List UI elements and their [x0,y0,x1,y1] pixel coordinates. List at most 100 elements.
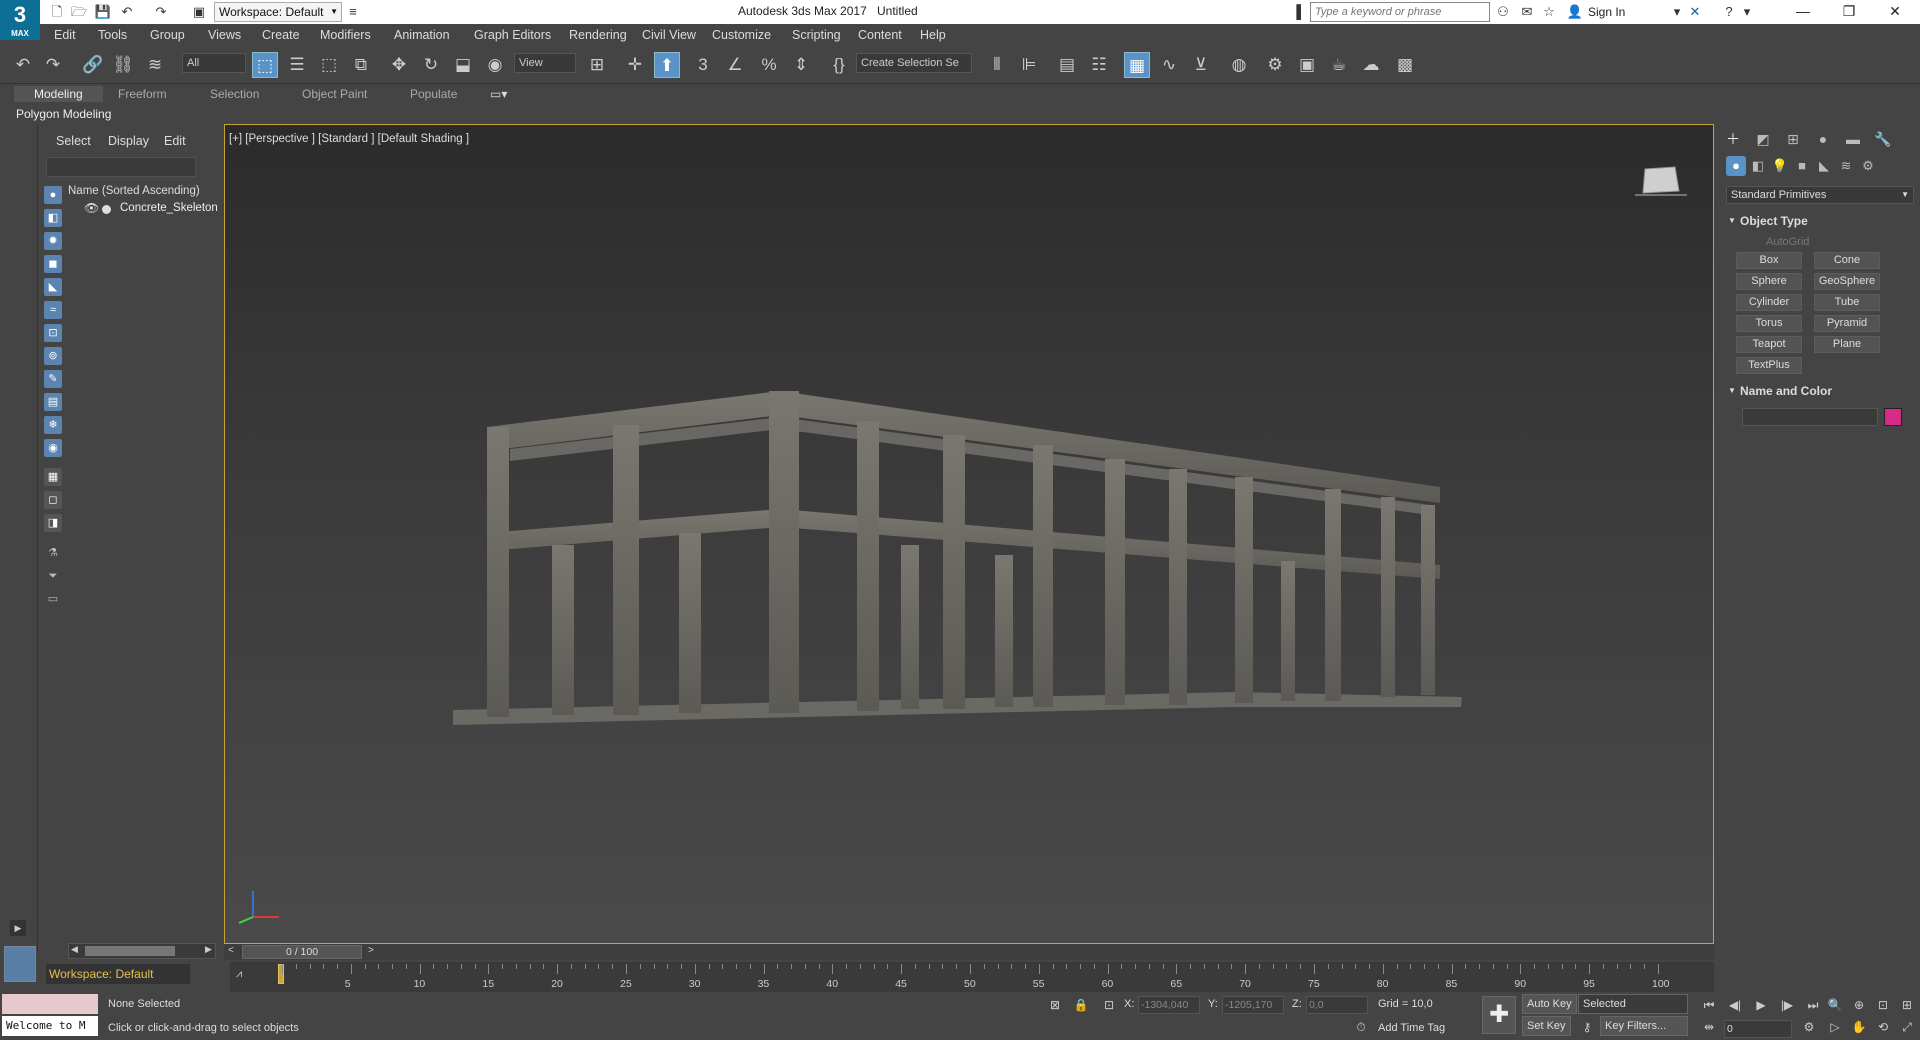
display-hidden-icon[interactable]: ◉ [44,439,62,457]
display-tab-icon[interactable]: ▬ [1842,128,1864,150]
visibility-eye-icon[interactable]: 👁 [84,201,99,215]
menu-create[interactable]: Create [262,28,300,42]
isolate-selection-icon[interactable]: ⊠ [1046,996,1064,1014]
maxscript-input[interactable]: Welcome to M [2,1016,98,1036]
schematic-view-icon[interactable]: ⊻ [1188,52,1214,78]
help-icon[interactable]: ? [1720,3,1738,21]
menu-content[interactable]: Content [858,28,902,42]
time-slider[interactable]: < 0 / 100 > [224,944,1714,960]
display-helpers-icon[interactable]: ◣ [44,278,62,296]
modify-tab-icon[interactable]: ◩ [1752,128,1774,150]
track-bar[interactable]: 5 10 15 20 25 30 35 40 45 50 55 60 65 70 75 80 85 90 95 100 [230,962,1714,992]
place-icon[interactable]: ◉ [482,52,508,78]
key-mode-toggle-icon[interactable]: ⇹ [1700,1018,1718,1036]
go-to-start-icon[interactable]: ⏮ [1700,996,1718,1014]
ribbon-toggle-icon[interactable]: ▦ [1124,52,1150,78]
zoom-extents-all-icon[interactable]: ⊞ [1898,996,1916,1014]
menu-civil-view[interactable]: Civil View [642,28,696,42]
edit-named-selection-icon[interactable]: {} [826,52,852,78]
selection-lock-icon[interactable]: 🔒 [1072,996,1090,1014]
favorites-star-icon[interactable]: ☆ [1540,3,1558,21]
save-file-icon[interactable]: 💾 [94,3,112,21]
expand-layout-icon[interactable]: ▶ [10,920,26,936]
project-folder-icon[interactable]: ▣ [190,3,208,21]
customize-quick-access-icon[interactable]: ≡ [344,3,362,21]
explorer-tab-select[interactable]: Select [56,134,91,148]
snaps-toggle-icon[interactable]: 3 [690,52,716,78]
previous-key-icon[interactable]: ◀| [1726,996,1744,1014]
object-color-swatch[interactable] [1884,408,1902,426]
create-geosphere-button[interactable]: GeoSphere [1814,273,1880,290]
menu-tools[interactable]: Tools [98,28,127,42]
align-icon[interactable]: ⊫ [1016,52,1042,78]
set-key-mode-icon[interactable]: ⚷ [1578,1018,1596,1036]
object-name-field[interactable] [1742,408,1878,426]
current-time-marker[interactable] [278,964,284,984]
percent-snap-icon[interactable]: % [756,52,782,78]
display-groups-icon[interactable]: ⊡ [44,324,62,342]
select-object-icon[interactable]: ⬚ [252,52,278,78]
auto-key-button[interactable]: Auto Key [1522,994,1577,1014]
set-key-button[interactable]: Set Key [1522,1016,1571,1036]
primitive-category-dropdown[interactable]: Standard Primitives ▼ [1726,186,1914,204]
y-coordinate-field[interactable]: -1205,170 [1222,996,1284,1014]
absolute-transform-icon[interactable]: ⊡ [1100,996,1118,1014]
menu-edit[interactable]: Edit [54,28,76,42]
rendered-frame-window-icon[interactable]: ▣ [1294,52,1320,78]
ribbon-tab-selection[interactable]: Selection [210,87,259,101]
create-textplus-button[interactable]: TextPlus [1736,357,1802,374]
pan-view-icon[interactable]: ✋ [1850,1018,1868,1036]
manage-layers-icon[interactable]: ▭ [44,590,62,608]
field-of-view-icon[interactable]: ▷ [1826,1018,1844,1036]
perspective-viewport[interactable]: [+] [Perspective ] [Standard ] [Default … [224,124,1714,944]
create-tube-button[interactable]: Tube [1814,294,1880,311]
display-bones-icon[interactable]: ✎ [44,370,62,388]
display-spacewarps-icon[interactable]: ≈ [44,301,62,319]
render-production-icon[interactable]: ☕ [1326,52,1352,78]
create-pyramid-button[interactable]: Pyramid [1814,315,1880,332]
reference-coordinate-dropdown[interactable]: View [514,53,576,73]
go-to-end-icon[interactable]: ⏭ [1804,996,1822,1014]
display-containers-icon[interactable]: ▤ [44,393,62,411]
scene-explorer-toggle-icon[interactable]: ▤ [1054,52,1080,78]
next-frame-icon[interactable]: > [368,945,374,956]
explorer-column-header[interactable]: Name (Sorted Ascending) [68,185,200,197]
select-by-name-icon[interactable]: ☰ [284,52,310,78]
display-none-filter-icon[interactable]: ◻ [44,491,62,509]
display-frozen-icon[interactable]: ❄ [44,416,62,434]
create-sphere-button[interactable]: Sphere [1736,273,1802,290]
ribbon-tab-freeform[interactable]: Freeform [118,87,167,101]
z-coordinate-field[interactable]: 0,0 [1306,996,1368,1014]
display-lights-icon[interactable]: ✹ [44,232,62,250]
workspace-label[interactable]: Workspace: Default [46,964,190,984]
spacewarps-category-icon[interactable]: ≋ [1836,156,1856,176]
display-xrefs-icon[interactable]: ⊚ [44,347,62,365]
chevron-down-icon[interactable]: ▾ [1738,3,1756,21]
ribbon-tab-modeling[interactable]: Modeling [14,86,103,102]
explorer-search-field[interactable] [46,157,196,177]
selection-filter-dropdown[interactable]: All [182,53,246,73]
motion-tab-icon[interactable]: ● [1812,128,1834,150]
app-menu-button[interactable]: 3 MAX [0,0,40,40]
layer-explorer-icon[interactable]: ☷ [1086,52,1112,78]
explorer-tab-edit[interactable]: Edit [164,134,186,148]
key-filters-button[interactable]: Key Filters... [1600,1016,1688,1036]
object-type-rollout[interactable]: ▼ Object Type [1726,212,1914,230]
minimize-window-button[interactable]: — [1780,0,1826,24]
pivot-center-icon[interactable]: ⊞ [584,52,610,78]
add-time-tag[interactable]: Add Time Tag [1378,1022,1445,1034]
display-cameras-icon[interactable]: ◼ [44,255,62,273]
name-and-color-rollout[interactable]: ▼ Name and Color [1726,382,1914,400]
scrollbar-thumb[interactable] [85,946,175,956]
rotate-icon[interactable]: ↻ [418,52,444,78]
chevron-down-icon[interactable]: ▾ [1668,3,1686,21]
menu-customize[interactable]: Customize [712,28,771,42]
time-slider-thumb[interactable]: 0 / 100 [242,945,362,959]
create-cylinder-button[interactable]: Cylinder [1736,294,1802,311]
viewport-layout-thumbnail[interactable] [4,946,36,982]
workspace-dropdown[interactable]: Workspace: Default ▼ [214,2,342,22]
redo-icon[interactable]: ↷ [40,52,66,78]
keyboard-shortcut-toggle-icon[interactable]: ⬆ [654,52,680,78]
bind-to-space-warp-icon[interactable]: ≋ [142,52,168,78]
new-scene-icon[interactable]: 🗋 [48,3,66,21]
